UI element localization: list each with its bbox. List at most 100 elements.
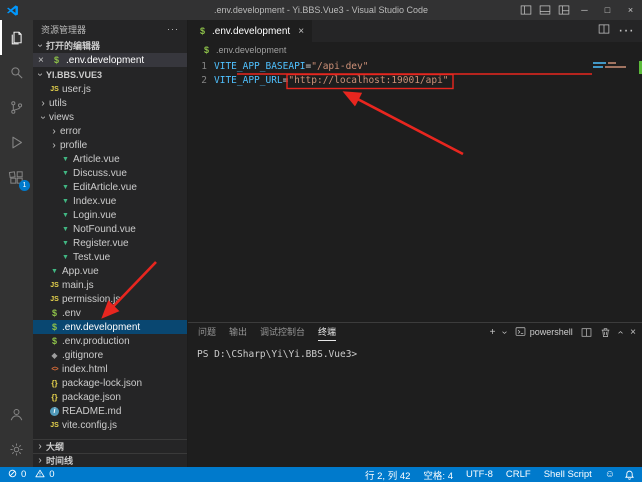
file-label: vite.config.js: [61, 420, 117, 431]
tree-item-Index.vue[interactable]: ▼Index.vue: [33, 194, 187, 208]
extensions-icon[interactable]: 1: [0, 160, 33, 195]
settings-gear-icon[interactable]: [0, 432, 33, 467]
kill-terminal-trash-icon[interactable]: [600, 327, 611, 338]
tree-item-Register.vue[interactable]: ▼Register.vue: [33, 236, 187, 250]
file-label: permission.js: [61, 294, 120, 305]
error-icon: [8, 469, 17, 481]
terminal[interactable]: PS D:\CSharp\Yi\Yi.BBS.Vue3>: [188, 341, 642, 467]
close-button[interactable]: ×: [619, 0, 642, 20]
file-label: profile: [59, 140, 87, 151]
search-icon[interactable]: [0, 55, 33, 90]
timeline-section[interactable]: › 时间线: [33, 453, 187, 467]
breadcrumb-item[interactable]: .env.development: [216, 45, 286, 55]
split-terminal-icon[interactable]: [581, 327, 592, 338]
close-icon[interactable]: ×: [298, 26, 304, 37]
chevron-right-icon: ›: [49, 140, 59, 151]
outline-section[interactable]: › 大纲: [33, 439, 187, 453]
panel-tab-问题[interactable]: 问题: [198, 323, 216, 341]
tree-item-views[interactable]: ›views: [33, 110, 187, 124]
chevron-right-icon: ›: [35, 455, 45, 466]
open-editor-item[interactable]: × $ .env.development: [33, 53, 187, 67]
code-editor[interactable]: 1 VITE_APP_BASEAPI="/api-dev"2VITE_APP_UR…: [188, 58, 642, 322]
source-control-icon[interactable]: [0, 90, 33, 125]
more-actions-icon[interactable]: ···: [618, 22, 634, 40]
tree-item-Article.vue[interactable]: ▼Article.vue: [33, 152, 187, 166]
tree-item-package.json[interactable]: {}package.json: [33, 390, 187, 404]
tree-item-NotFound.vue[interactable]: ▼NotFound.vue: [33, 222, 187, 236]
layout-panel-icon[interactable]: [535, 0, 554, 20]
tree-item-.env[interactable]: $.env: [33, 306, 187, 320]
tab-env-development[interactable]: $ .env.development ×: [188, 20, 312, 42]
notifications-bell-icon[interactable]: [625, 470, 634, 480]
close-icon[interactable]: ×: [38, 55, 47, 66]
explorer-icon[interactable]: [0, 20, 33, 55]
line-number: 1: [188, 60, 207, 74]
shell-label: powershell: [530, 327, 573, 337]
breadcrumb[interactable]: $ .env.development: [188, 42, 642, 58]
split-editor-icon[interactable]: [598, 22, 610, 40]
status-item[interactable]: 行 2, 列 42: [365, 468, 410, 482]
maximize-button[interactable]: □: [596, 0, 619, 20]
panel-tab-输出[interactable]: 输出: [229, 323, 247, 341]
tree-item-profile[interactable]: ›profile: [33, 138, 187, 152]
status-item[interactable]: CRLF: [506, 469, 531, 480]
tree-item-vite.config.js[interactable]: JSvite.config.js: [33, 418, 187, 432]
tree-item-.env.development[interactable]: $.env.development: [33, 320, 187, 334]
account-icon[interactable]: [0, 397, 33, 432]
tree-item-Discuss.vue[interactable]: ▼Discuss.vue: [33, 166, 187, 180]
tree-item-.gitignore[interactable]: ◆.gitignore: [33, 348, 187, 362]
feedback-smiley-icon[interactable]: ☺: [605, 469, 615, 480]
vue-file-icon: ▼: [59, 198, 72, 205]
maximize-panel-icon[interactable]: ›: [615, 330, 626, 333]
tree-item-README.md[interactable]: iREADME.md: [33, 404, 187, 418]
file-label: .gitignore: [61, 350, 103, 361]
open-editors-label: 打开的编辑器: [46, 39, 100, 52]
bottom-panel: 问题输出调试控制台终端 + › powershell: [188, 322, 642, 467]
vue-file-icon: ▼: [59, 170, 72, 177]
minimize-button[interactable]: ─: [573, 0, 596, 20]
tree-item-utils[interactable]: ›utils: [33, 96, 187, 110]
chevron-down-icon[interactable]: ›: [500, 330, 511, 333]
tree-item-App.vue[interactable]: ▼App.vue: [33, 264, 187, 278]
code-line-1[interactable]: 1 VITE_APP_BASEAPI="/api-dev": [188, 60, 642, 74]
extensions-badge: 1: [19, 180, 30, 191]
tree-item-package-lock.json[interactable]: {}package-lock.json: [33, 376, 187, 390]
js-file-icon: JS: [48, 296, 61, 303]
code-text: VITE_APP_BASEAPI="/api-dev": [214, 60, 368, 74]
panel-tab-调试控制台[interactable]: 调试控制台: [260, 323, 305, 341]
tree-item-error[interactable]: ›error: [33, 124, 187, 138]
new-terminal-icon[interactable]: +: [490, 327, 496, 338]
run-debug-icon[interactable]: [0, 125, 33, 160]
tree-item-user.js[interactable]: JSuser.js: [33, 82, 187, 96]
status-item[interactable]: 空格: 4: [423, 468, 453, 482]
tree-item-.env.production[interactable]: $.env.production: [33, 334, 187, 348]
code-line-2[interactable]: 2VITE_APP_URL="http://localhost:19001/ap…: [188, 74, 642, 88]
tree-item-index.html[interactable]: <>index.html: [33, 362, 187, 376]
file-label: package-lock.json: [61, 378, 142, 389]
layout-customize-icon[interactable]: [554, 0, 573, 20]
status-right-items: 行 2, 列 42 空格: 4 UTF-8 CRLF Shell Script: [365, 468, 592, 482]
code-token: VITE_APP_BASEAPI: [214, 61, 306, 72]
sidebar-bottom-sections: › 大纲 › 时间线: [33, 439, 187, 467]
status-bar: 0 0 行 2, 列 42空格: 4UTF-8CRLFShell Script …: [0, 467, 642, 482]
status-item[interactable]: Shell Script: [544, 469, 592, 480]
tree-item-permission.js[interactable]: JSpermission.js: [33, 292, 187, 306]
file-label: user.js: [61, 84, 91, 95]
explorer-sidebar: 资源管理器 ··· › 打开的编辑器 × $ .env.development …: [33, 20, 188, 467]
tree-item-Login.vue[interactable]: ▼Login.vue: [33, 208, 187, 222]
layout-sidebar-icon[interactable]: [516, 0, 535, 20]
project-root-header[interactable]: › YI.BBS.VUE3: [33, 67, 187, 82]
tree-item-Test.vue[interactable]: ▼Test.vue: [33, 250, 187, 264]
minimap[interactable]: [593, 62, 635, 68]
problems-status[interactable]: 0 0: [8, 469, 55, 481]
tree-item-EditArticle.vue[interactable]: ▼EditArticle.vue: [33, 180, 187, 194]
chevron-down-icon: ›: [35, 41, 46, 51]
panel-tab-终端[interactable]: 终端: [318, 323, 336, 341]
status-item[interactable]: UTF-8: [466, 469, 493, 480]
file-label: main.js: [61, 280, 94, 291]
more-actions-icon[interactable]: ···: [167, 24, 179, 34]
terminal-tab-powershell[interactable]: powershell: [515, 326, 573, 339]
tree-item-main.js[interactable]: JSmain.js: [33, 278, 187, 292]
close-panel-icon[interactable]: ×: [630, 327, 636, 338]
open-editors-header[interactable]: › 打开的编辑器: [33, 38, 187, 53]
